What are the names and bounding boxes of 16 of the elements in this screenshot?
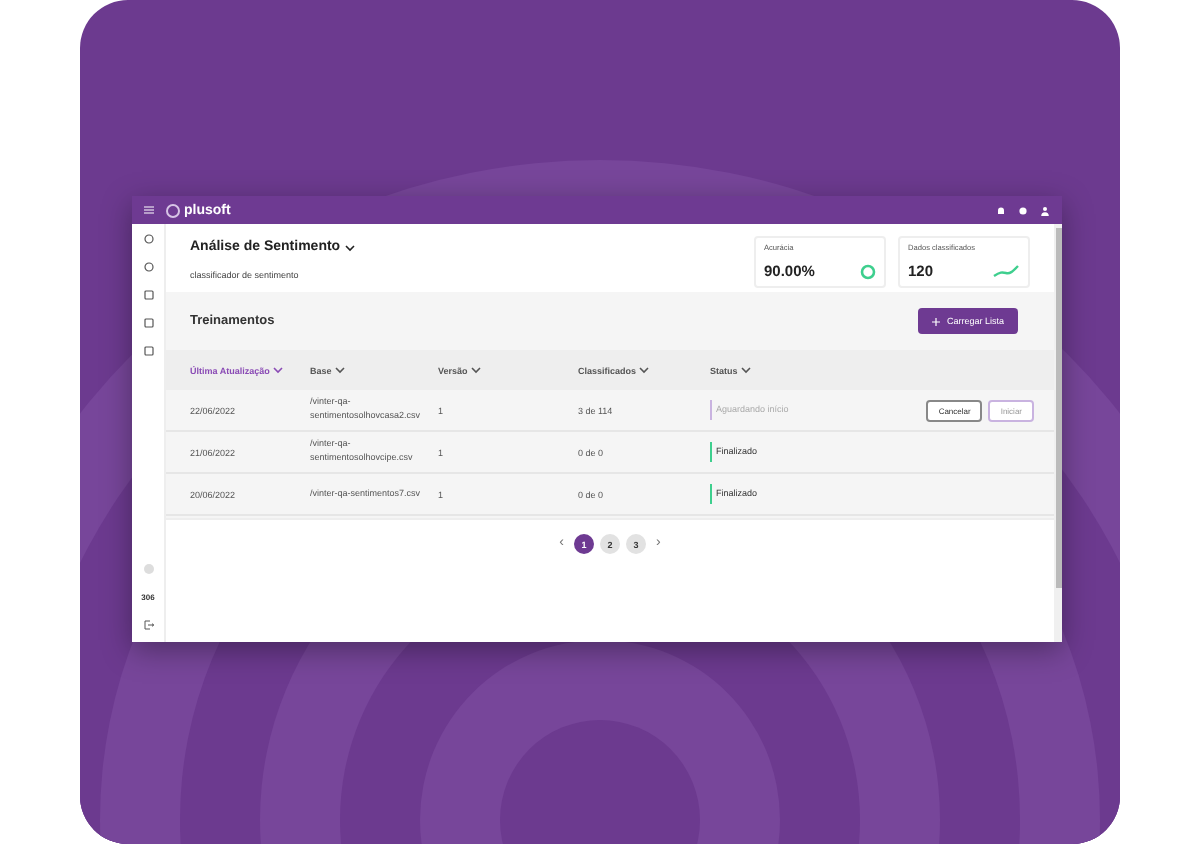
chevron-down-icon bbox=[638, 366, 651, 374]
chevron-down-icon bbox=[271, 366, 284, 374]
logo-icon bbox=[166, 203, 180, 217]
chevron-down-icon bbox=[469, 366, 482, 374]
logout-icon[interactable] bbox=[143, 620, 153, 630]
chevron-down-icon bbox=[739, 366, 752, 374]
user-icon[interactable] bbox=[1040, 205, 1050, 215]
chevron-down-icon bbox=[333, 366, 346, 374]
menu-icon[interactable] bbox=[144, 206, 154, 214]
status-dot-icon bbox=[143, 564, 153, 574]
plus-icon bbox=[932, 317, 941, 325]
trend-line-icon bbox=[992, 264, 1020, 278]
caret-icon bbox=[344, 243, 357, 251]
bell-icon[interactable] bbox=[996, 205, 1006, 215]
ring-icon bbox=[860, 263, 876, 279]
scrollbar[interactable] bbox=[1054, 224, 1062, 642]
